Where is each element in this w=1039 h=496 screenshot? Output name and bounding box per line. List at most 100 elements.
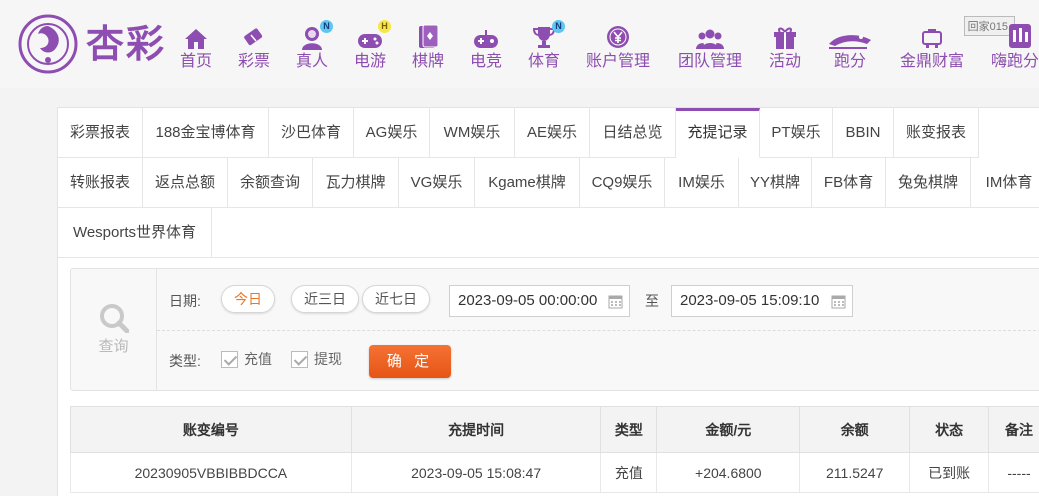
cell-balance: 211.5247	[799, 452, 911, 493]
start-date-value: 2023-09-05 00:00:00	[458, 292, 598, 309]
nav-treasure-label: 金鼎财富	[900, 53, 965, 70]
tab-im-sports[interactable]: IM体育	[971, 158, 1039, 208]
tab-saba-sports[interactable]: 沙巴体育	[269, 108, 354, 158]
tab-tutu-chess[interactable]: 兔兔棋牌	[886, 158, 971, 208]
nav-esports-label: 电竞	[470, 53, 503, 70]
cell-amount: +204.6800	[656, 452, 801, 493]
nav-lottery[interactable]: 彩票	[238, 22, 270, 72]
tab-wm[interactable]: WM娱乐	[430, 108, 515, 158]
checkbox-icon	[221, 350, 238, 368]
nav-account[interactable]: 账户管理	[586, 22, 650, 72]
end-date-input[interactable]: 2023-09-05 15:09:10	[671, 285, 853, 317]
nav-chess-label: 棋牌	[412, 53, 445, 70]
tab-bbin[interactable]: BBIN	[833, 108, 894, 158]
tab-pt[interactable]: PT娱乐	[760, 108, 833, 158]
tab-deposit-withdraw[interactable]: 充提记录	[676, 108, 760, 158]
start-date-input[interactable]: 2023-09-05 00:00:00	[449, 285, 630, 317]
col-record-id[interactable]: 账变编号	[70, 406, 352, 453]
col-amount[interactable]: 金额/元	[656, 406, 801, 453]
table-header-row: 账变编号 充提时间 类型 金额/元 余额 状态 备注	[70, 406, 1039, 453]
nav-team[interactable]: 团队管理	[678, 22, 742, 72]
nav-running[interactable]: 跑分	[827, 22, 873, 72]
account-yen-icon	[607, 26, 629, 48]
col-type[interactable]: 类型	[600, 406, 658, 453]
range-today-button[interactable]: 今日	[221, 285, 275, 313]
cell-time: 2023-09-05 15:08:47	[350, 452, 602, 493]
tab-ag[interactable]: AG娱乐	[354, 108, 430, 158]
nav-activity[interactable]: 活动	[769, 22, 801, 72]
nav-hi-running-label: 嗨跑分	[991, 53, 1039, 70]
tab-balance-query[interactable]: 余额查询	[228, 158, 313, 208]
tab-188-sports[interactable]: 188金宝博体育	[143, 108, 269, 158]
tab-daily-overview[interactable]: 日结总览	[590, 108, 676, 158]
cell-status: 已到账	[909, 452, 990, 493]
nav-treasure[interactable]: 金鼎财富	[900, 22, 964, 72]
confirm-button[interactable]: 确 定	[369, 345, 451, 378]
tab-wali-chess[interactable]: 瓦力棋牌	[313, 158, 399, 208]
tab-fb-sports[interactable]: FB体育	[812, 158, 886, 208]
brand-logo[interactable]: 杏彩	[18, 14, 166, 74]
nav-sports[interactable]: N 体育	[528, 20, 565, 72]
treasure-icon	[922, 29, 942, 48]
esports-controller-icon	[474, 30, 498, 48]
nav-slots-label: 电游	[354, 53, 387, 70]
col-time[interactable]: 充提时间	[350, 406, 602, 453]
tabs-bottom-border	[58, 257, 1039, 258]
nav-slots[interactable]: H 电游	[354, 20, 391, 72]
cell-remark: -----	[988, 452, 1039, 493]
nav-account-label: 账户管理	[586, 53, 651, 70]
table-row[interactable]: 20230905VBBIBBDCCA 2023-09-05 15:08:47 充…	[70, 452, 1039, 493]
tab-vg[interactable]: VG娱乐	[399, 158, 475, 208]
nav-home-label: 首页	[180, 53, 213, 70]
type-withdraw-checkbox[interactable]: 提现	[291, 349, 342, 369]
calendar-icon	[831, 295, 846, 309]
type-withdraw-label: 提现	[314, 351, 342, 367]
tab-yy-chess[interactable]: YY棋牌	[739, 158, 812, 208]
tab-cq9[interactable]: CQ9娱乐	[580, 158, 665, 208]
tab-rebate-total[interactable]: 返点总额	[143, 158, 228, 208]
col-status[interactable]: 状态	[909, 406, 990, 453]
col-remark[interactable]: 备注	[988, 406, 1039, 453]
tab-lottery-report[interactable]: 彩票报表	[58, 108, 143, 158]
logo-emblem-icon	[18, 14, 78, 74]
cell-type: 充值	[600, 452, 658, 493]
records-table: 账变编号 充提时间 类型 金额/元 余额 状态 备注 20230905VBBIB…	[70, 406, 1039, 493]
tab-wesports[interactable]: Wesports世界体育	[58, 208, 212, 258]
tab-transfer-report[interactable]: 转账报表	[58, 158, 143, 208]
home-icon	[185, 29, 207, 49]
nav-team-label: 团队管理	[678, 53, 743, 70]
range-seven-days-button[interactable]: 近七日	[362, 285, 430, 313]
calendar-icon	[608, 295, 623, 309]
nav-running-label: 跑分	[833, 53, 866, 70]
tab-im-entertainment[interactable]: IM娱乐	[665, 158, 739, 208]
new-badge: N	[552, 20, 565, 33]
type-deposit-checkbox[interactable]: 充值	[221, 349, 272, 369]
nav-chess[interactable]: 棋牌	[412, 22, 444, 72]
new-badge: N	[320, 20, 333, 33]
nav-lottery-label: 彩票	[238, 53, 271, 70]
end-date-value: 2023-09-05 15:09:10	[680, 292, 820, 309]
hot-badge: H	[378, 20, 391, 33]
type-deposit-label: 充值	[244, 351, 272, 367]
range-three-days-button[interactable]: 近三日	[291, 285, 359, 313]
nav-home[interactable]: 首页	[180, 22, 212, 72]
tab-kgame-chess[interactable]: Kgame棋牌	[475, 158, 580, 208]
to-label: 至	[645, 293, 659, 309]
cards-icon	[419, 24, 439, 48]
col-balance[interactable]: 余额	[799, 406, 911, 453]
nav-live[interactable]: N 真人	[296, 20, 333, 72]
search-icon	[99, 304, 129, 333]
nav-sports-label: 体育	[528, 53, 561, 70]
app-icon[interactable]	[1009, 24, 1031, 48]
tab-account-change[interactable]: 账变报表	[894, 108, 979, 158]
filter-divider	[157, 330, 1039, 331]
tab-ae[interactable]: AE娱乐	[515, 108, 590, 158]
nav-esports[interactable]: 电竞	[470, 22, 502, 72]
site-watermark: 回家015.	[963, 16, 1015, 36]
brand-name: 杏彩	[86, 21, 167, 66]
query-button[interactable]: 查询	[71, 269, 157, 390]
report-panel: 彩票报表 188金宝博体育 沙巴体育 AG娱乐 WM娱乐 AE娱乐 日结总览 充…	[57, 107, 1039, 496]
nav-activity-label: 活动	[769, 53, 802, 70]
query-label: 查询	[98, 338, 129, 355]
running-icon	[829, 35, 871, 49]
